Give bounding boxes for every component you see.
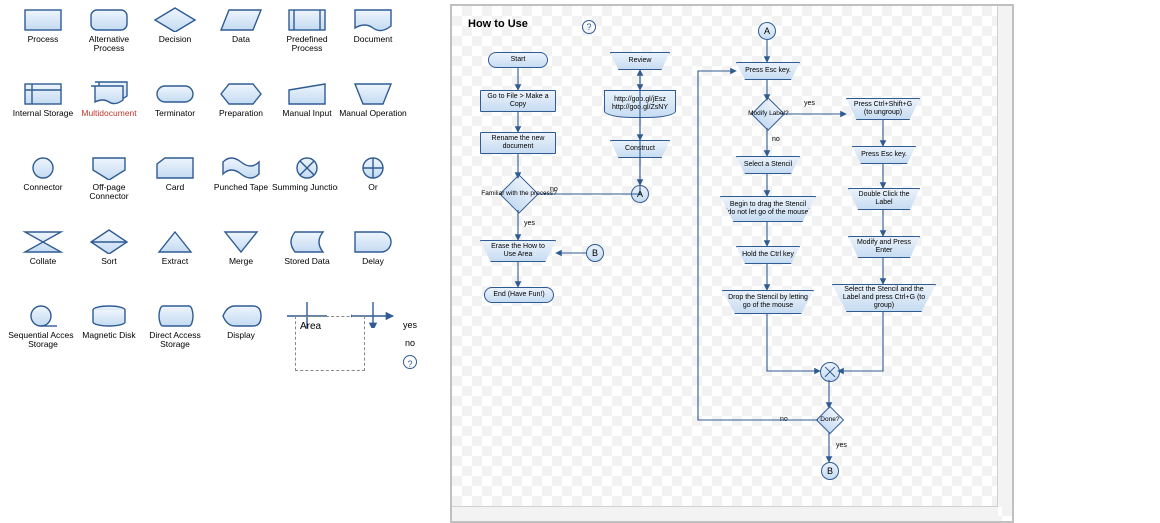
node-familiar-decision[interactable]: Familiar with the process?	[499, 174, 539, 214]
node-erase[interactable]: Erase the How to Use Area	[480, 240, 556, 262]
node-rename[interactable]: Rename the new document	[480, 132, 556, 154]
stencil-label: Delay	[338, 254, 408, 268]
node-hold-ctrl[interactable]: Hold the Ctrl key	[736, 246, 800, 264]
stencil-predefined-process[interactable]: Predefined Process	[274, 0, 340, 74]
stencil-label: Terminator	[140, 106, 210, 120]
edge-label-done-yes: yes	[836, 442, 847, 449]
stencil-sort[interactable]: Sort	[76, 222, 142, 296]
stencil-terminator[interactable]: Terminator	[142, 74, 208, 148]
stencil-label: Extract	[140, 254, 210, 268]
stencil-label: Manual Input	[272, 106, 342, 120]
stencil-decision[interactable]: Decision	[142, 0, 208, 74]
edge-label-familiar-yes: yes	[524, 220, 535, 227]
stencil-preparation[interactable]: Preparation	[208, 74, 274, 148]
stencil-display[interactable]: Display	[208, 296, 274, 370]
stencil-stored-data[interactable]: Stored Data	[274, 222, 340, 296]
stencil-label: Alternative Process	[74, 32, 144, 56]
stencil-magnetic-disk[interactable]: Magnetic Disk	[76, 296, 142, 370]
node-done-decision[interactable]: Done?	[816, 406, 844, 434]
node-end[interactable]: End (Have Fun!)	[484, 287, 554, 303]
stencil-direct-access-storage[interactable]: Direct Access Storage	[142, 296, 208, 370]
horizontal-scrollbar[interactable]	[452, 506, 998, 521]
node-modify-enter[interactable]: Modify and Press Enter	[848, 236, 920, 258]
stencil-punched-tape[interactable]: Punched Tape	[208, 148, 274, 222]
stencil-label: Collate	[8, 254, 78, 268]
stencil-multidocument[interactable]: Multidocument	[76, 74, 142, 148]
node-select-stencil[interactable]: Select a Stencil	[736, 156, 800, 174]
stencil-label: Stored Data	[272, 254, 342, 268]
node-start[interactable]: Start	[488, 52, 548, 68]
stencil-card[interactable]: Card	[142, 148, 208, 222]
stencil-data[interactable]: Data	[208, 0, 274, 74]
stencil-label: Data	[206, 32, 276, 46]
edge-label-modify-yes: yes	[804, 100, 815, 107]
edge-label-familiar-no: no	[550, 186, 558, 193]
stencil-label: Magnetic Disk	[74, 328, 144, 342]
legend-yes: yes	[395, 316, 425, 334]
node-double-click[interactable]: Double Click the Label	[848, 188, 920, 210]
stencil-label: Document	[338, 32, 408, 46]
stencil-sequential-access-storage[interactable]: Sequential Access Storage	[10, 296, 76, 370]
stencil-alternative-process[interactable]: Alternative Process	[76, 0, 142, 74]
node-ctrl-shift-g[interactable]: Press Ctrl+Shift+G (to ungroup)	[846, 98, 920, 120]
stencil-label: Sort	[74, 254, 144, 268]
stencil-connector[interactable]: Connector	[10, 148, 76, 222]
stencil-label: Manual Operation	[338, 106, 408, 120]
stencil-extract[interactable]: Extract	[142, 222, 208, 296]
stencil-summing-junction[interactable]: Summing Junction	[274, 148, 340, 222]
node-urls[interactable]: http://goo.gl/jEsz http://goo.gl/ZsNY	[604, 90, 676, 118]
node-goto-file[interactable]: Go to File > Make a Copy	[480, 90, 556, 112]
stencil-label: Off-page Connector	[74, 180, 144, 204]
node-review[interactable]: Review	[610, 52, 670, 70]
stencil-manual-input[interactable]: Manual Input	[274, 74, 340, 148]
connector-A-out[interactable]: A	[631, 185, 649, 203]
stencil-document[interactable]: Document	[340, 0, 406, 74]
node-press-esc-1[interactable]: Press Esc key.	[736, 62, 800, 80]
stencil-label: Summing Junction	[272, 180, 342, 194]
node-press-esc-2[interactable]: Press Esc key.	[852, 146, 916, 164]
stencil-label: Punched Tape	[206, 180, 276, 194]
stencil-palette: ProcessAlternative ProcessDecisionDataPr…	[10, 0, 440, 370]
stencil-label: Display	[206, 328, 276, 342]
node-summing-junction[interactable]	[820, 362, 840, 382]
stencil-label: Connector	[8, 180, 78, 194]
node-construct[interactable]: Construct	[610, 140, 670, 158]
node-drop-stencil[interactable]: Drop the Stencil by letting go of the mo…	[722, 290, 814, 314]
edge-legend: yes no	[395, 316, 425, 372]
stencil-collate[interactable]: Collate	[10, 222, 76, 296]
stencil-or[interactable]: Or	[340, 148, 406, 222]
area-placeholder-box[interactable]: Area	[295, 316, 365, 371]
stencil-label: Multidocument	[74, 106, 144, 120]
stencil-label: Predefined Process	[272, 32, 342, 56]
stencil-internal-storage[interactable]: Internal Storage	[10, 74, 76, 148]
stencil-label: Or	[338, 180, 408, 194]
page-title: How to Use	[468, 18, 528, 30]
edge-label-done-no: no	[780, 416, 788, 423]
stencil-label: Internal Storage	[8, 106, 78, 120]
stencil-label: Decision	[140, 32, 210, 46]
stencil-label: Sequential Access Storage	[8, 328, 78, 352]
drawing-canvas[interactable]: How to Use ? Start Go to File > Make a C…	[450, 4, 1014, 523]
node-select-group[interactable]: Select the Stencil and the Label and pre…	[832, 284, 936, 312]
vertical-scrollbar[interactable]	[997, 6, 1012, 507]
stencil-label: Preparation	[206, 106, 276, 120]
connector-B-out[interactable]: B	[821, 462, 839, 480]
node-begin-drag[interactable]: Begin to drag the Stencil (do not let go…	[720, 196, 816, 222]
stencil-label: Direct Access Storage	[140, 328, 210, 352]
stencil-manual-operation[interactable]: Manual Operation	[340, 74, 406, 148]
stencil-merge[interactable]: Merge	[208, 222, 274, 296]
stencil-process[interactable]: Process	[10, 0, 76, 74]
edge-label-modify-no: no	[772, 136, 780, 143]
help-icon[interactable]: ?	[582, 20, 596, 34]
connector-A-in[interactable]: A	[758, 22, 776, 40]
connector-B-in[interactable]: B	[586, 244, 604, 262]
legend-no: no	[395, 334, 425, 352]
stencil-label: Merge	[206, 254, 276, 268]
stencil-delay[interactable]: Delay	[340, 222, 406, 296]
help-icon	[403, 355, 417, 369]
stencil-label: Card	[140, 180, 210, 194]
stencil-off-page-connector[interactable]: Off-page Connector	[76, 148, 142, 222]
stencil-label: Process	[8, 32, 78, 46]
node-modify-label-decision[interactable]: Modify Label?	[751, 97, 785, 131]
